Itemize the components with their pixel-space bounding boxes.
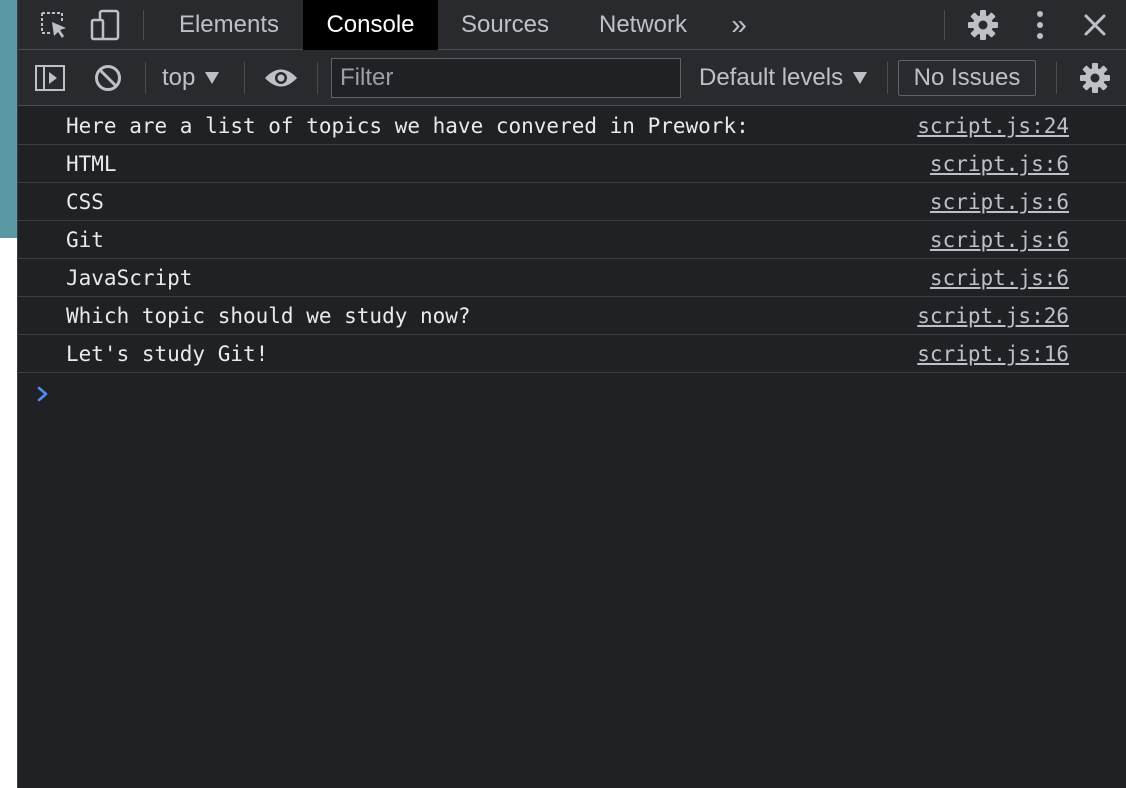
- devtools-panel: Elements Console Sources Network » top F…: [17, 0, 1126, 788]
- close-icon[interactable]: [1076, 0, 1114, 50]
- console-message: JavaScript script.js:6: [18, 259, 1126, 297]
- console-message: Which topic should we study now? script.…: [18, 297, 1126, 335]
- tab-label: Sources: [460, 11, 550, 38]
- page-background-strip: [0, 0, 17, 238]
- message-text: CSS: [66, 190, 104, 214]
- source-link[interactable]: script.js:16: [917, 335, 1069, 373]
- tab-console[interactable]: Console: [303, 0, 438, 50]
- tab-label: Network: [598, 11, 688, 38]
- message-text: HTML: [66, 152, 117, 176]
- levels-label: Default levels: [699, 64, 844, 91]
- dropdown-arrow-icon: [853, 72, 868, 84]
- tab-elements[interactable]: Elements: [168, 0, 290, 50]
- chevron-right-icon: [37, 386, 48, 402]
- tab-network[interactable]: Network: [586, 0, 700, 50]
- source-link[interactable]: script.js:6: [930, 259, 1069, 297]
- separator: [887, 62, 888, 94]
- devtools-tab-bar: Elements Console Sources Network »: [18, 0, 1126, 50]
- console-message: Let's study Git! script.js:16: [18, 335, 1126, 373]
- filter-input[interactable]: [331, 58, 681, 98]
- source-link[interactable]: script.js:6: [930, 145, 1069, 183]
- log-levels-dropdown[interactable]: Default levels: [699, 50, 868, 106]
- message-text: Which topic should we study now?: [66, 304, 471, 328]
- sidebar-toggle-icon[interactable]: [32, 50, 68, 106]
- page-background-white: [0, 238, 17, 788]
- message-text: Let's study Git!: [66, 342, 269, 366]
- double-chevron-icon: »: [731, 9, 747, 40]
- separator: [1056, 62, 1057, 94]
- context-selector[interactable]: top: [162, 50, 220, 106]
- console-toolbar: top Default levels No Issues: [18, 50, 1126, 106]
- separator: [143, 10, 144, 40]
- message-text: JavaScript: [66, 266, 193, 290]
- source-link[interactable]: script.js:24: [917, 107, 1069, 145]
- message-text: Here are a list of topics we have conver…: [66, 114, 749, 138]
- device-toolbar-icon[interactable]: [88, 0, 124, 50]
- dropdown-arrow-icon: [205, 72, 220, 84]
- message-text: Git: [66, 228, 104, 252]
- source-link[interactable]: script.js:6: [930, 183, 1069, 221]
- separator: [317, 62, 318, 94]
- console-message: CSS script.js:6: [18, 183, 1126, 221]
- console-settings-gear-icon[interactable]: [1076, 50, 1114, 106]
- more-tabs-button[interactable]: »: [720, 0, 758, 50]
- console-message: HTML script.js:6: [18, 145, 1126, 183]
- source-link[interactable]: script.js:26: [917, 297, 1069, 335]
- console-prompt[interactable]: [18, 374, 1126, 416]
- source-link[interactable]: script.js:6: [930, 221, 1069, 259]
- gear-icon[interactable]: [964, 0, 1002, 50]
- separator: [944, 10, 945, 40]
- tab-label: Elements: [178, 11, 280, 38]
- tab-sources[interactable]: Sources: [450, 0, 560, 50]
- console-message: Git script.js:6: [18, 221, 1126, 259]
- inspect-element-icon[interactable]: [36, 0, 72, 50]
- context-label: top: [162, 64, 196, 91]
- issues-button[interactable]: No Issues: [898, 60, 1036, 96]
- tab-label: Console: [326, 11, 415, 38]
- console-message: Here are a list of topics we have conver…: [18, 107, 1126, 145]
- issues-label: No Issues: [913, 64, 1021, 91]
- screenshot-root: Elements Console Sources Network » top F…: [0, 0, 1126, 788]
- separator: [145, 62, 146, 94]
- eye-icon[interactable]: [261, 50, 301, 106]
- clear-console-icon[interactable]: [90, 50, 126, 106]
- console-messages: Here are a list of topics we have conver…: [18, 107, 1126, 373]
- kebab-menu-icon[interactable]: [1023, 0, 1057, 50]
- separator: [244, 62, 245, 94]
